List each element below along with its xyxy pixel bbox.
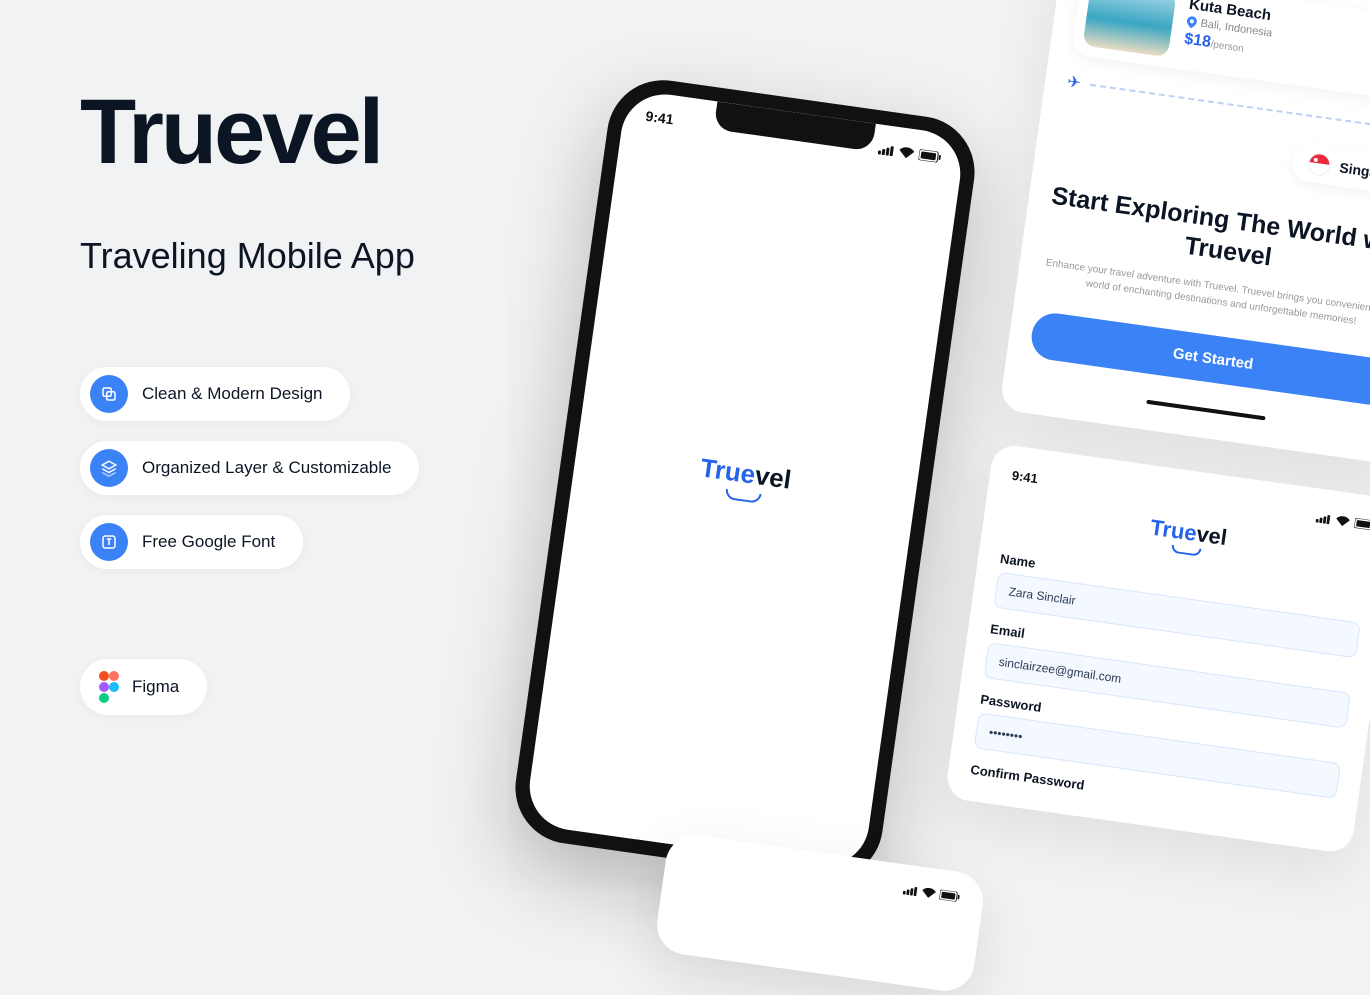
- status-indicators: [1315, 510, 1370, 533]
- feature-item: Free Google Font: [80, 515, 303, 569]
- status-time: 9:41: [1011, 467, 1039, 485]
- feature-label: Clean & Modern Design: [142, 384, 322, 404]
- figma-icon: [98, 671, 120, 703]
- phone-mockup-splash: 9:41 Truevel: [508, 73, 982, 887]
- status-indicators: [902, 884, 960, 902]
- status-time: 9:41: [645, 108, 675, 128]
- home-indicator: [1146, 399, 1265, 420]
- phone-mockup-peek: [653, 831, 987, 994]
- product-title: Truevel: [80, 80, 419, 185]
- feature-label: Organized Layer & Customizable: [142, 458, 391, 478]
- country-chip[interactable]: Singapore: [1289, 142, 1370, 198]
- onboarding-screen: Kuta Beach Bali, Indonesia $18/person ✈ …: [999, 0, 1370, 466]
- feature-item: Organized Layer & Customizable: [80, 441, 419, 495]
- plane-icon: ✈: [1066, 72, 1082, 94]
- app-logo: Truevel: [699, 452, 794, 495]
- route-line: [1090, 84, 1370, 134]
- get-started-button[interactable]: Get Started: [1029, 310, 1370, 407]
- layers-icon: [90, 449, 128, 487]
- product-subtitle: Traveling Mobile App: [80, 235, 419, 277]
- design-icon: [90, 375, 128, 413]
- feature-item: Clean & Modern Design: [80, 367, 350, 421]
- feature-label: Free Google Font: [142, 532, 275, 552]
- signup-screen: 9:41 Truevel Name Zara Sinclair Email si…: [945, 442, 1370, 854]
- status-indicators: [877, 140, 942, 165]
- destination-photo: [1082, 0, 1176, 57]
- font-icon: [90, 523, 128, 561]
- figma-chip: Figma: [80, 659, 207, 715]
- flag-icon: [1306, 152, 1331, 177]
- figma-label: Figma: [132, 677, 179, 697]
